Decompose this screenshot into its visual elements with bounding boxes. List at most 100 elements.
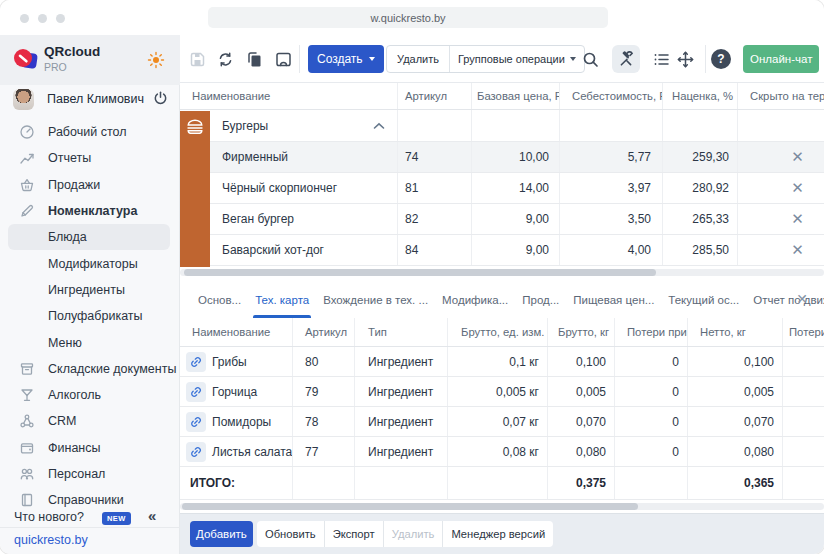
site-link[interactable]: quickresto.by [14, 533, 88, 547]
sidebar-item-semifinished[interactable]: Полуфабрикаты [0, 303, 180, 329]
tab-5[interactable]: Прод... [522, 281, 559, 318]
ingredient-row[interactable]: Горчица79Ингредиент0,005 кг0,00500,005 [180, 377, 824, 407]
empty-cell [293, 467, 355, 499]
ingredient-row[interactable]: Помидоры78Ингредиент0,07 кг0,07000,070 [180, 407, 824, 437]
ingredient-row[interactable]: Листья салата77Ингредиент0,08 кг0,08000,… [180, 437, 824, 467]
logout-power-icon[interactable] [152, 90, 169, 107]
hidden-x-icon[interactable]: ✕ [791, 179, 804, 197]
create-button[interactable]: Создать [308, 45, 384, 73]
product-name-cell[interactable]: Фирменный [180, 142, 398, 172]
copy-icon[interactable] [246, 51, 263, 68]
techcard-header-row[interactable]: НаименованиеАртикулТипБрутто, ед. изм.Бр… [180, 318, 824, 347]
window-control-dot[interactable] [20, 14, 29, 23]
user-row[interactable]: Павел Климович [0, 85, 180, 121]
sidebar-item-sales[interactable]: Продажи [0, 172, 180, 198]
sidebar-item-modifiers[interactable]: Модификаторы [0, 250, 180, 276]
product-row[interactable]: Фирменный7410,005,77259,30✕ [180, 142, 824, 173]
sidebar-item-warehouse-docs[interactable]: Складские документы [0, 356, 180, 382]
address-bar[interactable]: w.quickresto.by [208, 7, 608, 28]
product-sku-cell: 74 [398, 142, 472, 172]
link-icon[interactable] [186, 352, 206, 372]
online-chat-button[interactable]: Онлайн-чат [743, 45, 819, 73]
tab-7[interactable]: Текущий ос... [668, 281, 739, 318]
sidebar-item-finance[interactable]: Финансы [0, 435, 180, 461]
sidebar-item-label: Блюда [48, 230, 87, 244]
ingredient-name-cell[interactable]: Горчица [180, 377, 293, 406]
sidebar-item-label: Финансы [48, 441, 100, 455]
ingredient-row[interactable]: Грибы80Ингредиент0,1 кг0,10000,100 [180, 347, 824, 377]
refresh-button[interactable]: Обновить [257, 521, 324, 547]
product-row[interactable]: Чёрный скорпиончег8114,003,97280,92✕ [180, 173, 824, 204]
search-icon[interactable] [582, 51, 599, 68]
ingredient-name-cell[interactable]: Грибы [180, 347, 293, 376]
product-row[interactable]: Веган бургер829,003,50265,33✕ [180, 204, 824, 235]
products-header-row[interactable]: НаименованиеАртикулБазовая цена, РСебест… [180, 83, 824, 110]
crm-icon [19, 413, 35, 429]
link-icon[interactable] [186, 382, 206, 402]
hidden-x-icon[interactable]: ✕ [791, 210, 804, 228]
link-icon[interactable] [186, 412, 206, 432]
group-name-cell[interactable]: Бургеры [180, 110, 398, 141]
tab-2[interactable]: Тех. карта [255, 281, 309, 318]
products-table-hscrollbar[interactable] [180, 269, 824, 276]
theme-sun-icon[interactable] [147, 51, 165, 69]
col-header-name: Наименование [180, 318, 293, 346]
sidebar-item-alcohol[interactable]: Алкоголь [0, 382, 180, 408]
tab-8[interactable]: Отчет по движ... [753, 281, 824, 318]
total-row[interactable]: ИТОГО:0,3750,365 [180, 467, 824, 500]
help-button[interactable]: ? [711, 49, 731, 69]
empty-cell [472, 110, 560, 141]
sidebar-item-nomenclature[interactable]: Номенклатура [0, 198, 180, 224]
hidden-x-icon[interactable]: ✕ [791, 241, 804, 259]
product-name-cell[interactable]: Баварский хот-дог [180, 235, 398, 265]
version-manager-button[interactable]: Менеджер версий [442, 521, 553, 547]
collapse-sidebar-icon[interactable]: « [148, 507, 156, 524]
tools-view-toggle[interactable] [612, 45, 640, 73]
sidebar-item-ingredients[interactable]: Ингредиенты [0, 277, 180, 303]
move-icon[interactable] [677, 51, 694, 68]
sidebar-item-reports[interactable]: Отчеты [0, 145, 180, 171]
sidebar-item-dishes[interactable]: Блюда [8, 224, 170, 250]
product-row[interactable]: Баварский хот-дог849,004,00285,50✕ [180, 235, 824, 266]
hidden-x-icon[interactable]: ✕ [791, 148, 804, 166]
col-header-loss2: Потери [783, 318, 824, 346]
product-price-cell: 9,00 [472, 235, 560, 265]
link-icon[interactable] [186, 442, 206, 462]
group-operations-button[interactable]: Групповые операции [449, 46, 584, 72]
col-header-price: Базовая цена, Р [472, 83, 560, 109]
sidebar-menu: Рабочий столОтчетыПродажиНоменклатура Блю… [0, 119, 180, 513]
techcard-table-hscrollbar[interactable] [180, 503, 824, 510]
ingredient-name-cell[interactable]: Листья салата [180, 437, 293, 466]
window-control-dot[interactable] [38, 14, 47, 23]
col-header-type: Тип [355, 318, 448, 346]
net-kg-cell: 0,080 [688, 437, 783, 466]
sidebar-item-menu[interactable]: Меню [0, 329, 180, 355]
sidebar-item-crm[interactable]: CRM [0, 408, 180, 434]
close-detail-icon[interactable]: ✕ [796, 291, 808, 307]
sidebar-item-dashboard[interactable]: Рабочий стол [0, 119, 180, 145]
refresh-icon[interactable] [217, 51, 234, 68]
gross-unit-cell: 0,1 кг [448, 347, 548, 376]
ingredient-type-cell: Ингредиент [355, 347, 448, 376]
window-control-dot[interactable] [56, 14, 65, 23]
tab-4[interactable]: Модифика... [442, 281, 508, 318]
ingredient-sku-cell: 78 [293, 407, 355, 436]
product-markup-cell: 265,33 [663, 204, 738, 234]
tab-3[interactable]: Вхождение в тех. ... [323, 281, 428, 318]
product-name-cell[interactable]: Веган бургер [180, 204, 398, 234]
add-button[interactable]: Добавить [190, 521, 253, 547]
delete-button[interactable]: Удалить [387, 46, 449, 72]
terminal-icon[interactable] [275, 51, 292, 68]
ingredient-name-cell[interactable]: Помидоры [180, 407, 293, 436]
list-view-icon[interactable] [653, 51, 670, 68]
loss-cell: 0 [615, 407, 688, 436]
save-icon[interactable] [189, 51, 206, 68]
product-name-cell[interactable]: Чёрный скорпиончег [180, 173, 398, 203]
group-row-burgers[interactable]: Бургеры [180, 110, 824, 142]
collapse-chevron-icon[interactable] [373, 122, 385, 130]
tab-6[interactable]: Пищевая цен... [573, 281, 654, 318]
ingredient-type-cell: Ингредиент [355, 377, 448, 406]
sidebar-item-staff[interactable]: Персонал [0, 461, 180, 487]
tab-1[interactable]: Основ... [198, 281, 241, 318]
export-button[interactable]: Экспорт [324, 521, 383, 547]
